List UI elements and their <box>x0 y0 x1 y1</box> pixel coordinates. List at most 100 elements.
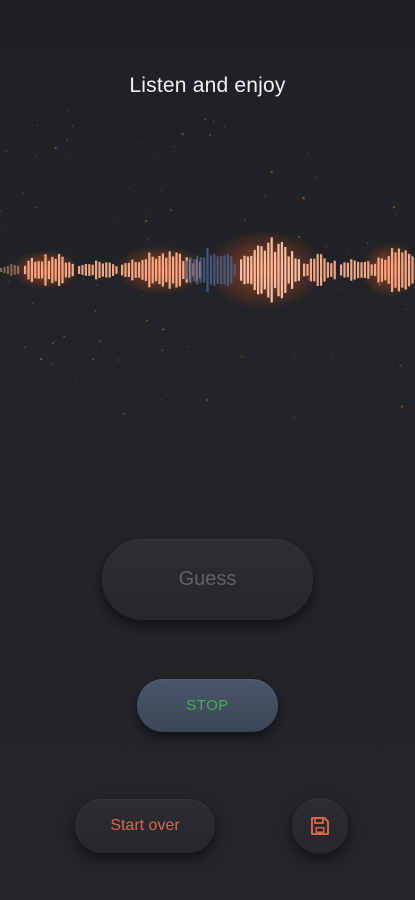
guess-button-label: Guess <box>178 568 237 590</box>
dust-particle <box>95 284 98 286</box>
waveform-bar <box>182 261 185 279</box>
waveform-bar <box>192 258 195 282</box>
waveform-bar <box>357 261 360 279</box>
dust-particle <box>209 134 212 137</box>
waveform-bar <box>78 266 81 274</box>
waveform-bar <box>121 264 124 276</box>
dust-particle <box>51 342 54 345</box>
dust-particle <box>60 214 62 216</box>
floppy-disk-icon <box>311 817 329 835</box>
dust-particle <box>244 219 246 222</box>
dust-particle <box>94 375 96 377</box>
dust-particle <box>161 349 164 352</box>
waveform-bar <box>246 256 249 284</box>
dust-particle <box>365 340 367 342</box>
dust-particle <box>33 131 35 133</box>
waveform-bar <box>270 237 273 303</box>
dust-particle <box>117 110 119 111</box>
waveform-bar <box>333 260 336 280</box>
app-screen: Listen and enjoy Guess STOP Start over <box>0 0 415 900</box>
dust-particle <box>203 289 204 290</box>
waveform-bar <box>404 250 407 290</box>
waveform-bar <box>401 252 404 288</box>
waveform-bar <box>13 265 16 275</box>
waveform-bar <box>384 259 387 281</box>
waveform-bars <box>0 237 415 303</box>
guess-button[interactable]: Guess <box>102 539 313 620</box>
waveform-bar <box>98 261 101 278</box>
dust-particle <box>147 183 149 185</box>
dust-particle <box>206 399 208 401</box>
waveform-bar <box>175 252 178 288</box>
dust-particle <box>94 309 97 312</box>
dust-particle <box>366 242 369 244</box>
waveform-bar <box>172 256 175 284</box>
dust-particle <box>71 124 75 128</box>
dust-particle <box>35 207 38 209</box>
start-over-button[interactable]: Start over <box>75 799 215 853</box>
dust-particle <box>123 412 125 415</box>
waveform-canvas <box>0 110 415 428</box>
waveform-bar <box>138 262 141 278</box>
waveform-bar <box>144 259 147 281</box>
dust-particle <box>112 298 113 300</box>
waveform-bar <box>230 256 233 284</box>
dust-particle <box>67 110 70 112</box>
waveform-bar <box>297 259 300 281</box>
dust-particle <box>142 294 144 297</box>
dust-particle <box>68 157 70 158</box>
waveform-bar <box>108 262 111 278</box>
waveform-bar <box>206 247 209 293</box>
dust-particle <box>54 340 57 343</box>
waveform-bar <box>95 260 98 280</box>
waveform-bar <box>51 256 54 284</box>
waveform-bar <box>196 255 199 285</box>
stop-button[interactable]: STOP <box>137 679 278 732</box>
waveform-bar <box>309 258 312 282</box>
waveform-bar <box>30 258 33 283</box>
waveform-bar <box>306 264 309 276</box>
waveform-bar <box>84 264 87 276</box>
waveform-bar <box>233 264 236 276</box>
save-button[interactable] <box>292 798 348 854</box>
dust-particle <box>35 154 37 156</box>
waveform-bar <box>380 258 383 282</box>
waveform-bar <box>360 262 363 278</box>
waveform-bar <box>260 246 263 294</box>
waveform-bar <box>343 262 346 278</box>
dust-particle <box>98 340 101 343</box>
dust-particle <box>314 318 316 320</box>
dust-particle <box>229 117 231 119</box>
waveform-bar <box>161 253 164 287</box>
waveform-bar <box>165 257 168 283</box>
waveform-bar <box>199 257 202 283</box>
waveform-bar <box>178 253 181 287</box>
dust-particle <box>399 364 403 367</box>
dust-particle <box>84 308 85 309</box>
dust-particle <box>186 345 188 347</box>
dust-particle <box>302 197 305 200</box>
waveform-bar <box>313 258 316 282</box>
dust-particle <box>5 151 7 153</box>
waveform-bar <box>37 261 40 279</box>
dust-particle <box>60 420 61 422</box>
dust-particle <box>146 319 149 322</box>
waveform-bar <box>220 255 223 285</box>
waveform-bar <box>316 253 319 286</box>
dust-particle <box>54 147 57 150</box>
waveform-bar <box>134 262 137 278</box>
dust-particle <box>405 111 407 112</box>
audio-visualizer <box>0 110 415 440</box>
waveform-bar <box>284 247 287 293</box>
waveform-bar <box>274 251 277 289</box>
dust-particle <box>158 362 160 364</box>
dust-particle <box>144 219 148 223</box>
dust-particle <box>170 208 173 212</box>
dust-particle <box>400 405 403 408</box>
dust-particle <box>43 239 44 241</box>
dust-particle <box>242 320 245 323</box>
dust-particle <box>280 406 282 408</box>
waveform-bar <box>189 256 192 284</box>
page-title: Listen and enjoy <box>129 74 286 97</box>
dust-particle <box>145 212 147 214</box>
